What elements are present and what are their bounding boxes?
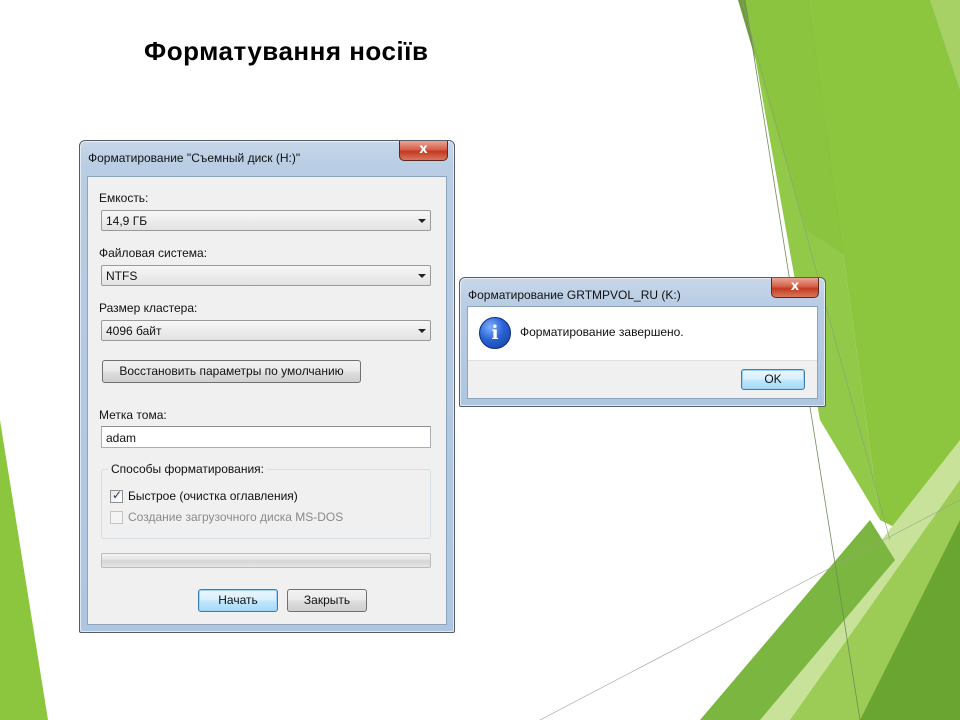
message-area: i Форматирование завершено. <box>468 307 817 361</box>
filesystem-select[interactable]: NTFS <box>101 265 431 286</box>
format-dialog-client: Емкость: 14,9 ГБ Файловая система: NTFS … <box>87 176 447 625</box>
close-icon: x <box>790 279 800 294</box>
chevron-down-icon <box>418 329 426 333</box>
format-complete-dialog: Форматирование GRTMPVOL_RU (K:) x i Форм… <box>459 277 826 407</box>
msdos-boot-checkbox[interactable]: Создание загрузочного диска MS-DOS <box>110 510 360 526</box>
quick-format-label: Быстрое (очистка оглавления) <box>128 489 298 503</box>
chevron-down-icon <box>418 219 426 223</box>
volume-label-input[interactable]: adam <box>101 426 431 448</box>
volume-label-label: Метка тома: <box>99 408 167 422</box>
start-button[interactable]: Начать <box>198 589 278 612</box>
checkmark-icon: ✓ <box>112 488 123 502</box>
slide-title: Форматування носіїв <box>144 36 429 66</box>
capacity-select[interactable]: 14,9 ГБ <box>101 210 431 231</box>
volume-label-value: adam <box>106 431 137 445</box>
quick-format-checkbox[interactable]: ✓ Быстрое (очистка оглавления) <box>110 488 330 505</box>
chevron-down-icon <box>418 274 426 278</box>
message-box-title: Форматирование GRTMPVOL_RU (K:) <box>468 288 681 302</box>
close-icon: x <box>419 142 428 157</box>
msdos-boot-label: Создание загрузочного диска MS-DOS <box>128 510 344 524</box>
format-progress-bar <box>101 553 431 568</box>
format-options-group: Способы форматирования: ✓ Быстрое (очист… <box>101 462 431 539</box>
format-dialog: Форматирование "Съемный диск (H:)" x Емк… <box>79 140 455 633</box>
checkbox-box <box>110 511 123 524</box>
cluster-size-label: Размер кластера: <box>99 301 198 315</box>
ok-button[interactable]: OK <box>741 369 805 390</box>
format-dialog-title: Форматирование "Съемный диск (H:)" <box>88 151 301 165</box>
cluster-size-value: 4096 байт <box>106 324 162 338</box>
filesystem-label: Файловая система: <box>99 246 208 260</box>
info-icon: i <box>479 317 511 349</box>
left-green-sliver <box>0 420 48 720</box>
format-dialog-titlebar[interactable]: Форматирование "Съемный диск (H:)" <box>80 141 454 171</box>
format-options-label: Способы форматирования: <box>108 462 267 476</box>
checkbox-box: ✓ <box>110 488 123 503</box>
filesystem-value: NTFS <box>106 269 138 283</box>
format-dialog-close-button[interactable]: x <box>399 141 448 161</box>
message-box-client: i Форматирование завершено. OK <box>467 306 818 399</box>
restore-defaults-button[interactable]: Восстановить параметры по умолчанию <box>102 360 361 383</box>
message-text: Форматирование завершено. <box>520 325 684 339</box>
cluster-size-select[interactable]: 4096 байт <box>101 320 431 341</box>
capacity-value: 14,9 ГБ <box>106 214 148 228</box>
capacity-label: Емкость: <box>99 191 149 205</box>
message-box-close-button[interactable]: x <box>771 278 819 298</box>
close-button[interactable]: Закрыть <box>287 589 367 612</box>
